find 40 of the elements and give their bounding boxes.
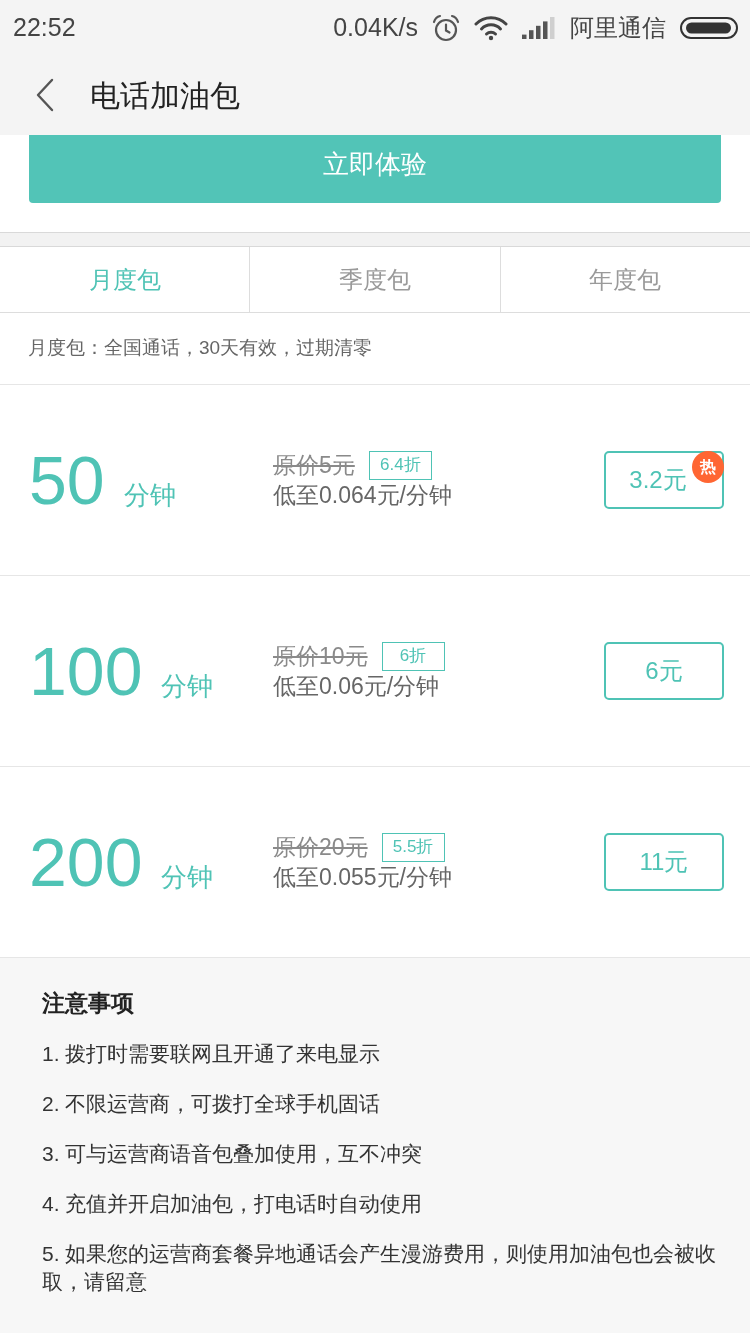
status-time: 22:52	[13, 11, 76, 43]
try-now-button[interactable]: 立即体验	[29, 135, 721, 203]
note-item: 4. 充值并开启加油包，打电话时自动使用	[42, 1191, 424, 1217]
signal-icon	[522, 16, 556, 39]
hot-badge: 热	[692, 451, 724, 483]
original-price: 原价20元	[273, 833, 368, 862]
discount-tag: 5.5折	[381, 832, 445, 862]
price-button[interactable]: 3.2元 热	[604, 451, 724, 509]
chevron-left-icon	[35, 78, 55, 112]
minutes-unit: 分钟	[161, 860, 214, 894]
period-tab[interactable]: 月度包	[0, 247, 250, 312]
note-item: 2. 不限运营商，可拨打全球手机固话	[42, 1091, 382, 1117]
period-tab[interactable]: 季度包	[249, 247, 500, 312]
minutes-amount: 200	[29, 827, 143, 896]
price-button[interactable]: 11元	[604, 833, 724, 891]
unit-price: 低至0.06元/分钟	[273, 672, 441, 701]
minutes-unit: 分钟	[161, 669, 214, 703]
note-item: 3. 可与运营商语音包叠加使用，互不冲突	[42, 1141, 424, 1167]
minutes-unit: 分钟	[123, 478, 176, 512]
minutes-amount: 50	[29, 445, 105, 514]
page-title: 电话加油包	[90, 77, 240, 114]
battery-icon	[680, 16, 738, 39]
price-button[interactable]: 6元	[604, 642, 724, 700]
back-button[interactable]	[34, 78, 56, 112]
original-price: 原价5元	[273, 451, 355, 480]
wifi-icon	[474, 14, 508, 41]
period-tab[interactable]: 年度包	[499, 247, 750, 312]
package-description: 月度包：全国通话，30天有效，过期清零	[28, 336, 373, 361]
note-item: 5. 如果您的运营商套餐异地通话会产生漫游费用，则使用加油包也会被收取，请留意	[42, 1241, 718, 1295]
discount-tag: 6.4折	[368, 450, 432, 480]
unit-price: 低至0.055元/分钟	[273, 863, 453, 892]
discount-tag: 6折	[381, 641, 445, 671]
original-price: 原价10元	[273, 642, 368, 671]
carrier-name: 阿里通信	[570, 12, 666, 43]
network-speed: 0.04K/s	[333, 11, 418, 43]
alarm-clock-icon	[432, 13, 460, 42]
unit-price: 低至0.064元/分钟	[273, 481, 453, 510]
minutes-amount: 100	[29, 636, 143, 705]
note-item: 1. 拨打时需要联网且开通了来电显示	[42, 1041, 382, 1067]
notes-title: 注意事项	[42, 989, 135, 1018]
